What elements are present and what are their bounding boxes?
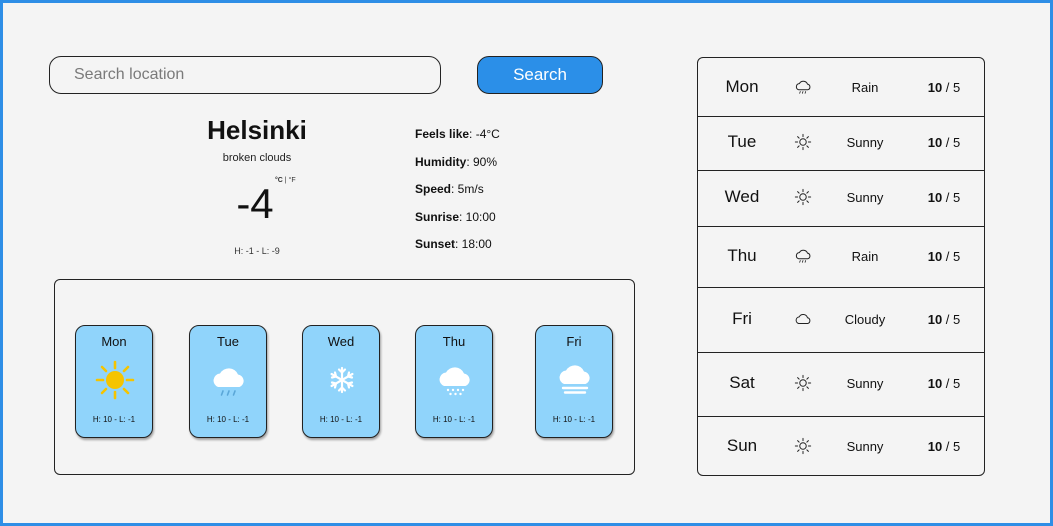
forecast-high-low: H: 10 - L: -1 <box>319 415 363 424</box>
detail-sunset: Sunset: 18:00 <box>415 237 500 265</box>
weekly-condition: Cloudy <box>844 312 886 327</box>
weekly-high: 10 <box>927 376 943 391</box>
weekly-high-low: 10 / 5 <box>916 135 972 150</box>
current-high-low: H: -1 - L: -9 <box>234 246 280 256</box>
forecast-day: Fri <box>566 334 582 349</box>
weekly-high-low: 10 / 5 <box>916 80 972 95</box>
weekly-low: / 5 <box>942 190 961 205</box>
forecast-day: Thu <box>442 334 466 349</box>
sun-outline-icon <box>794 188 812 206</box>
app-frame: Search Helsinki broken clouds -4 °C | °F… <box>0 0 1053 526</box>
detail-value: : 18:00 <box>455 237 492 251</box>
detail-sunrise: Sunrise: 10:00 <box>415 210 500 238</box>
detail-value: : 5m/s <box>451 182 484 196</box>
weekly-condition: Sunny <box>846 190 884 205</box>
weekly-day: Sun <box>726 436 758 455</box>
weekly-high: 10 <box>927 80 943 95</box>
weekly-high: 10 <box>927 190 943 205</box>
weekly-low: / 5 <box>942 80 961 95</box>
detail-value: : 10:00 <box>459 209 496 224</box>
forecast-day: Tue <box>217 334 239 349</box>
cloud-icon <box>795 314 811 324</box>
weekly-condition: Sunny <box>846 135 884 150</box>
weekly-row-thu[interactable]: Thu Rain 10 / 5 <box>698 227 984 288</box>
detail-value: : 90% <box>466 154 498 169</box>
detail-label: Feels like <box>415 127 470 141</box>
snow-cloud-icon <box>439 367 470 396</box>
weekly-day: Sat <box>729 373 755 392</box>
weekly-forecast-list: Mon Rain 10 / 5 Tue Sunny 10 / 5 Wed Sun <box>697 57 985 476</box>
weekly-day: Thu <box>727 246 757 265</box>
weekly-high-low: 10 / 5 <box>916 376 972 391</box>
search-input[interactable] <box>49 56 441 94</box>
rain-icon <box>795 80 811 94</box>
rain-icon <box>795 249 811 263</box>
forecast-card-tue[interactable]: Tue H: 10 - L: -1 <box>189 325 267 438</box>
unit-celsius[interactable]: °C <box>275 177 283 184</box>
search-button[interactable]: Search <box>477 56 603 94</box>
detail-label: Sunset <box>415 237 456 251</box>
rain-cloud-icon <box>213 368 244 396</box>
weekly-low: / 5 <box>942 312 961 327</box>
forecast-high-low: H: 10 - L: -1 <box>552 415 596 424</box>
forecast-card-wed[interactable]: Wed H: 10 - L: -1 <box>302 325 380 438</box>
detail-value: : -4°C <box>469 127 500 141</box>
weekly-high-low: 10 / 5 <box>916 249 972 264</box>
weekly-high-low: 10 / 5 <box>916 439 972 454</box>
forecast-day: Mon <box>101 334 127 349</box>
weekly-low: / 5 <box>942 249 961 264</box>
sun-icon <box>95 360 135 400</box>
detail-humidity: Humidity: 90% <box>415 155 500 183</box>
forecast-card-thu[interactable]: Thu H: 10 - L: -1 <box>415 325 493 438</box>
detail-speed: Speed: 5m/s <box>415 182 500 210</box>
weekly-day: Fri <box>732 309 752 328</box>
weekly-high: 10 <box>927 439 943 454</box>
detail-label: Sunrise <box>415 209 460 224</box>
detail-feels-like: Feels like: -4°C <box>415 127 500 155</box>
weekly-day: Wed <box>724 187 760 206</box>
fog-cloud-icon <box>559 365 590 394</box>
forecast-card-fri[interactable]: Fri H: 10 - L: -1 <box>535 325 613 438</box>
unit-fahrenheit[interactable]: °F <box>289 177 296 184</box>
weekly-day: Tue <box>727 132 757 151</box>
forecast-high-low: H: 10 - L: -1 <box>206 415 250 424</box>
weather-description: broken clouds <box>222 152 292 164</box>
weekly-day: Mon <box>725 77 759 96</box>
weekly-row-mon[interactable]: Mon Rain 10 / 5 <box>698 58 984 117</box>
weekly-condition: Sunny <box>846 439 884 454</box>
weekly-row-tue[interactable]: Tue Sunny 10 / 5 <box>698 117 984 171</box>
weekly-low: / 5 <box>942 376 961 391</box>
weekly-high-low: 10 / 5 <box>916 190 972 205</box>
sun-outline-icon <box>794 437 812 455</box>
snowflake-icon <box>330 366 354 394</box>
forecast-card-mon[interactable]: Mon H: 10 - L: -1 <box>75 325 153 438</box>
weather-details: Feels like: -4°C Humidity: 90% Speed: 5m… <box>415 127 500 265</box>
city-name: Helsinki <box>207 115 307 145</box>
sun-outline-icon <box>794 374 812 392</box>
weekly-high-low: 10 / 5 <box>916 312 972 327</box>
sun-outline-icon <box>794 133 812 151</box>
forecast-high-low: H: 10 - L: -1 <box>92 415 136 424</box>
weekly-low: / 5 <box>942 135 961 150</box>
forecast-high-low: H: 10 - L: -1 <box>432 415 476 424</box>
detail-label: Speed <box>415 182 452 196</box>
weekly-condition: Rain <box>851 80 879 95</box>
weekly-row-sat[interactable]: Sat Sunny 10 / 5 <box>698 353 984 417</box>
detail-label: Humidity <box>415 154 467 169</box>
weekly-row-fri[interactable]: Fri Cloudy 10 / 5 <box>698 288 984 353</box>
weekly-low: / 5 <box>942 439 961 454</box>
weekly-row-wed[interactable]: Wed Sunny 10 / 5 <box>698 171 984 227</box>
unit-toggle: °C | °F <box>275 177 296 184</box>
current-temperature: -4 <box>236 180 274 227</box>
weekly-condition: Rain <box>851 249 879 264</box>
weekly-high: 10 <box>927 135 943 150</box>
weekly-row-sun[interactable]: Sun Sunny 10 / 5 <box>698 417 984 475</box>
weekly-condition: Sunny <box>846 376 884 391</box>
weekly-high: 10 <box>927 249 943 264</box>
weekly-high: 10 <box>927 312 943 327</box>
forecast-day: Wed <box>327 334 355 349</box>
